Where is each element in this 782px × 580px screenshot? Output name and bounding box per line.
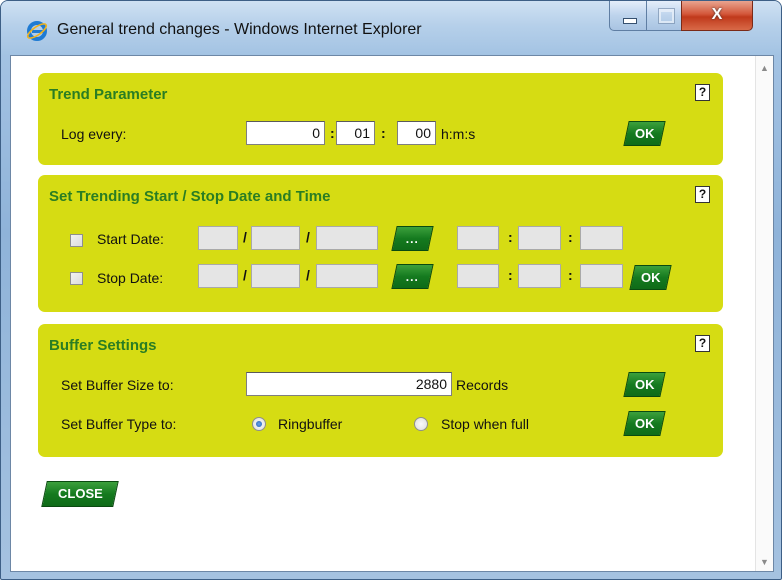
stop-hour-input[interactable] xyxy=(457,264,499,288)
buffer-type-label: Set Buffer Type to: xyxy=(61,416,177,432)
log-seconds-input[interactable]: 00 xyxy=(397,121,436,145)
time-separator: : xyxy=(568,267,573,283)
internet-explorer-icon xyxy=(26,21,48,41)
ok-button[interactable]: OK xyxy=(623,121,666,146)
time-unit-label: h:m:s xyxy=(441,126,476,142)
scroll-down-arrow-icon[interactable]: ▼ xyxy=(756,554,773,571)
log-every-label: Log every: xyxy=(61,126,127,142)
ok-label: OK xyxy=(634,377,655,392)
help-icon[interactable]: ? xyxy=(695,186,710,203)
records-unit-label: Records xyxy=(456,377,509,393)
ok-button[interactable]: OK xyxy=(629,265,672,290)
panel-title: Trend Parameter xyxy=(49,86,168,103)
help-icon[interactable]: ? xyxy=(695,84,710,101)
stop-year-input[interactable] xyxy=(316,264,378,288)
panel-title: Buffer Settings xyxy=(49,337,157,354)
window-title: General trend changes - Windows Internet… xyxy=(57,21,422,38)
ok-label: OK xyxy=(634,416,655,431)
page-content: Trend Parameter ? Log every: 0 : 01 : 00… xyxy=(10,55,774,572)
start-minute-input[interactable] xyxy=(518,226,561,250)
trend-parameter-panel: Trend Parameter ? Log every: 0 : 01 : 00… xyxy=(38,73,723,165)
time-separator: : xyxy=(330,125,335,141)
time-separator: : xyxy=(508,267,513,283)
start-day-input[interactable] xyxy=(198,226,238,250)
stop-date-label: Stop Date: xyxy=(97,270,164,286)
stop-when-full-radio[interactable] xyxy=(414,417,428,431)
date-separator: / xyxy=(306,267,310,283)
minimize-icon xyxy=(623,18,637,24)
close-window-button[interactable]: X xyxy=(681,1,753,31)
start-date-picker-button[interactable]: ... xyxy=(391,226,434,251)
buffer-settings-panel: Buffer Settings ? Set Buffer Size to: 28… xyxy=(38,324,723,457)
start-second-input[interactable] xyxy=(580,226,623,250)
stop-month-input[interactable] xyxy=(251,264,300,288)
stop-minute-input[interactable] xyxy=(518,264,561,288)
close-button[interactable]: CLOSE xyxy=(41,481,119,507)
log-minutes-input[interactable]: 01 xyxy=(336,121,375,145)
title-bar[interactable]: General trend changes - Windows Internet… xyxy=(1,1,781,55)
maximize-button[interactable] xyxy=(646,1,682,31)
stop-date-checkbox[interactable] xyxy=(70,272,83,285)
start-date-label: Start Date: xyxy=(97,231,164,247)
start-month-input[interactable] xyxy=(251,226,300,250)
start-hour-input[interactable] xyxy=(457,226,499,250)
ok-button[interactable]: OK xyxy=(623,372,666,397)
time-separator: : xyxy=(381,125,386,141)
ok-label: OK xyxy=(640,270,661,285)
picker-label: ... xyxy=(405,270,419,284)
stop-when-full-label: Stop when full xyxy=(441,416,529,432)
panel-title: Set Trending Start / Stop Date and Time xyxy=(49,188,331,205)
buffer-size-input[interactable]: 2880 xyxy=(246,372,452,396)
help-icon[interactable]: ? xyxy=(695,335,710,352)
browser-window: General trend changes - Windows Internet… xyxy=(0,0,782,580)
start-stop-panel: Set Trending Start / Stop Date and Time … xyxy=(38,175,723,312)
buffer-size-label: Set Buffer Size to: xyxy=(61,377,174,393)
time-separator: : xyxy=(508,229,513,245)
stop-date-picker-button[interactable]: ... xyxy=(391,264,434,289)
close-icon: X xyxy=(711,6,723,23)
date-separator: / xyxy=(243,229,247,245)
stop-second-input[interactable] xyxy=(580,264,623,288)
ringbuffer-radio[interactable] xyxy=(252,417,266,431)
maximize-icon xyxy=(659,9,674,23)
time-separator: : xyxy=(568,229,573,245)
picker-label: ... xyxy=(405,232,419,246)
start-date-checkbox[interactable] xyxy=(70,234,83,247)
date-separator: / xyxy=(243,267,247,283)
close-label: CLOSE xyxy=(57,486,103,501)
ok-button[interactable]: OK xyxy=(623,411,666,436)
ringbuffer-label: Ringbuffer xyxy=(278,416,343,432)
vertical-scrollbar[interactable]: ▲ ▼ xyxy=(755,56,773,571)
date-separator: / xyxy=(306,229,310,245)
minimize-button[interactable] xyxy=(609,1,647,31)
ok-label: OK xyxy=(634,126,655,141)
start-year-input[interactable] xyxy=(316,226,378,250)
stop-day-input[interactable] xyxy=(198,264,238,288)
log-hours-input[interactable]: 0 xyxy=(246,121,325,145)
scroll-up-arrow-icon[interactable]: ▲ xyxy=(756,60,773,77)
